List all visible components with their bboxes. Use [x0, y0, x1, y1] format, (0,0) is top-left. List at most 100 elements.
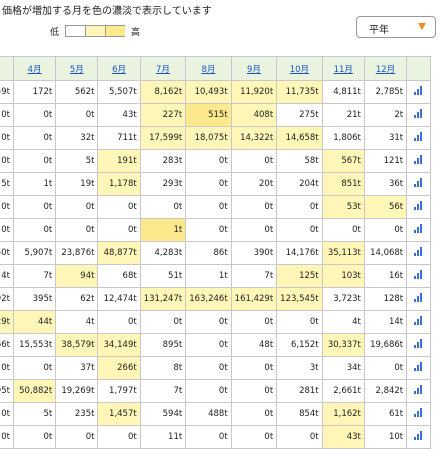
table-cell: 0t: [55, 218, 99, 242]
table-body: 59t172t562t5,507t8,162t10,493t11,920t11,…: [0, 80, 431, 449]
bar-chart-icon[interactable]: [414, 155, 423, 164]
table-cell: 191t: [97, 149, 141, 173]
table-cell: 4,811t: [321, 80, 365, 104]
table-cell: 123,545t: [276, 287, 323, 311]
chart-link-cell[interactable]: [406, 218, 431, 242]
table-cell: 0t: [230, 218, 278, 242]
bar-chart-icon[interactable]: [414, 293, 423, 302]
chart-link-cell[interactable]: [406, 264, 431, 288]
chart-link-cell[interactable]: [406, 126, 431, 150]
table-row: 0t 0t 37t 266t 8t 0t 0t 3t 34t 0t: [0, 356, 431, 380]
table-cell: 854t: [276, 402, 323, 426]
color-legend: 低 高: [44, 24, 146, 38]
bar-chart-icon[interactable]: [414, 408, 423, 417]
table-row: 0t 5t 235t 1,457t 594t 488t 0t 854t 1,162t 61t: [0, 402, 431, 426]
table-cell: 1,806t: [321, 126, 365, 150]
chart-link-cell[interactable]: [406, 149, 431, 173]
table-cell: 711t: [97, 126, 141, 150]
month-link[interactable]: 12月: [376, 65, 395, 75]
table-cell: 15,553t: [12, 333, 57, 357]
table-cell: 34,149t: [97, 333, 141, 357]
table-cell: 34t: [321, 356, 365, 380]
table-cell: 2,842t: [363, 379, 408, 403]
table-cell: 395t: [12, 287, 57, 311]
chart-link-cell[interactable]: [406, 103, 431, 127]
month-link[interactable]: 5月: [70, 65, 84, 75]
bar-chart-icon[interactable]: [414, 247, 423, 256]
chart-link-cell[interactable]: [406, 402, 431, 426]
table-cell: 283t: [139, 149, 187, 173]
table-cell: 0t: [230, 425, 278, 449]
table-cell: 0t: [185, 172, 232, 196]
bar-chart-icon[interactable]: [414, 201, 423, 210]
table-cell: 0t: [276, 310, 323, 334]
table-cell: 0t: [0, 402, 14, 426]
table-row: 92t395t62t12,474t131,247t163,246t161,429…: [0, 287, 431, 311]
table-cell: 2,785t: [363, 80, 408, 104]
month-link[interactable]: 11月: [334, 65, 353, 75]
table-cell: 1,457t: [97, 402, 141, 426]
chart-link-cell[interactable]: [406, 287, 431, 311]
table-cell: 0t: [230, 402, 278, 426]
chart-link-cell[interactable]: [406, 379, 431, 403]
table-cell: 488t: [185, 402, 232, 426]
bar-chart-icon[interactable]: [414, 178, 423, 187]
bar-chart-icon[interactable]: [414, 86, 423, 95]
month-header-2: 5月: [55, 56, 99, 81]
table-cell: 5t: [55, 149, 99, 173]
table-row: 59t172t562t5,507t8,162t10,493t11,920t11,…: [0, 80, 431, 104]
table-cell: 11,920t: [230, 80, 278, 104]
table-cell: 895t: [139, 333, 187, 357]
month-link[interactable]: 4月: [28, 65, 42, 75]
table-cell: 0t: [139, 195, 187, 219]
table-cell: 0t: [0, 126, 14, 150]
month-link[interactable]: 6月: [112, 65, 126, 75]
table-cell: 266t: [97, 356, 141, 380]
legend-low-label: 低: [50, 27, 60, 38]
bar-chart-icon[interactable]: [414, 385, 423, 394]
table-cell: 7t: [12, 264, 57, 288]
table-cell: 0t: [276, 195, 323, 219]
table-cell: 0t: [185, 149, 232, 173]
chart-link-cell[interactable]: [406, 425, 431, 449]
bar-chart-icon[interactable]: [414, 362, 423, 371]
bar-chart-icon[interactable]: [414, 339, 423, 348]
table-cell: 38,579t: [55, 333, 99, 357]
chart-link-cell[interactable]: [406, 195, 431, 219]
table-cell: 10,493t: [185, 80, 232, 104]
table-cell: 0t: [97, 218, 141, 242]
month-link[interactable]: 9月: [247, 65, 261, 75]
table-cell: 0t: [97, 310, 141, 334]
bar-chart-icon[interactable]: [414, 270, 423, 279]
chart-link-cell[interactable]: [406, 172, 431, 196]
period-select[interactable]: 平年: [356, 16, 436, 38]
chart-link-cell[interactable]: [406, 80, 431, 104]
table-cell: 567t: [321, 149, 365, 173]
bar-chart-icon[interactable]: [414, 132, 423, 141]
table-cell: 128t: [363, 287, 408, 311]
period-select-value: 平年: [369, 25, 389, 36]
table-cell: 86t: [185, 241, 232, 265]
table-cell: 0t: [363, 356, 408, 380]
chart-link-cell[interactable]: [406, 333, 431, 357]
table-row: 0t 0t 0t 0t 1t 0t 0t 0t 0t 0t: [0, 218, 431, 242]
table-cell: 48,877t: [97, 241, 141, 265]
chart-link-cell[interactable]: [406, 356, 431, 380]
table-cell: 37t: [55, 356, 99, 380]
table-cell: 66t: [0, 333, 14, 357]
chart-link-cell[interactable]: [406, 310, 431, 334]
bar-chart-icon[interactable]: [414, 224, 423, 233]
bar-chart-icon[interactable]: [414, 109, 423, 118]
month-link[interactable]: 10月: [290, 65, 309, 75]
month-header-8: 11月: [321, 56, 365, 81]
table-cell: 14,322t: [230, 126, 278, 150]
table-cell: 0t: [185, 310, 232, 334]
table-cell: 515t: [185, 103, 232, 127]
table-cell: 4,283t: [139, 241, 187, 265]
bar-chart-icon[interactable]: [414, 431, 423, 440]
chart-link-cell[interactable]: [406, 241, 431, 265]
month-link[interactable]: 7月: [156, 65, 170, 75]
table-cell: 8,162t: [139, 80, 187, 104]
bar-chart-icon[interactable]: [414, 316, 423, 325]
month-link[interactable]: 8月: [201, 65, 215, 75]
